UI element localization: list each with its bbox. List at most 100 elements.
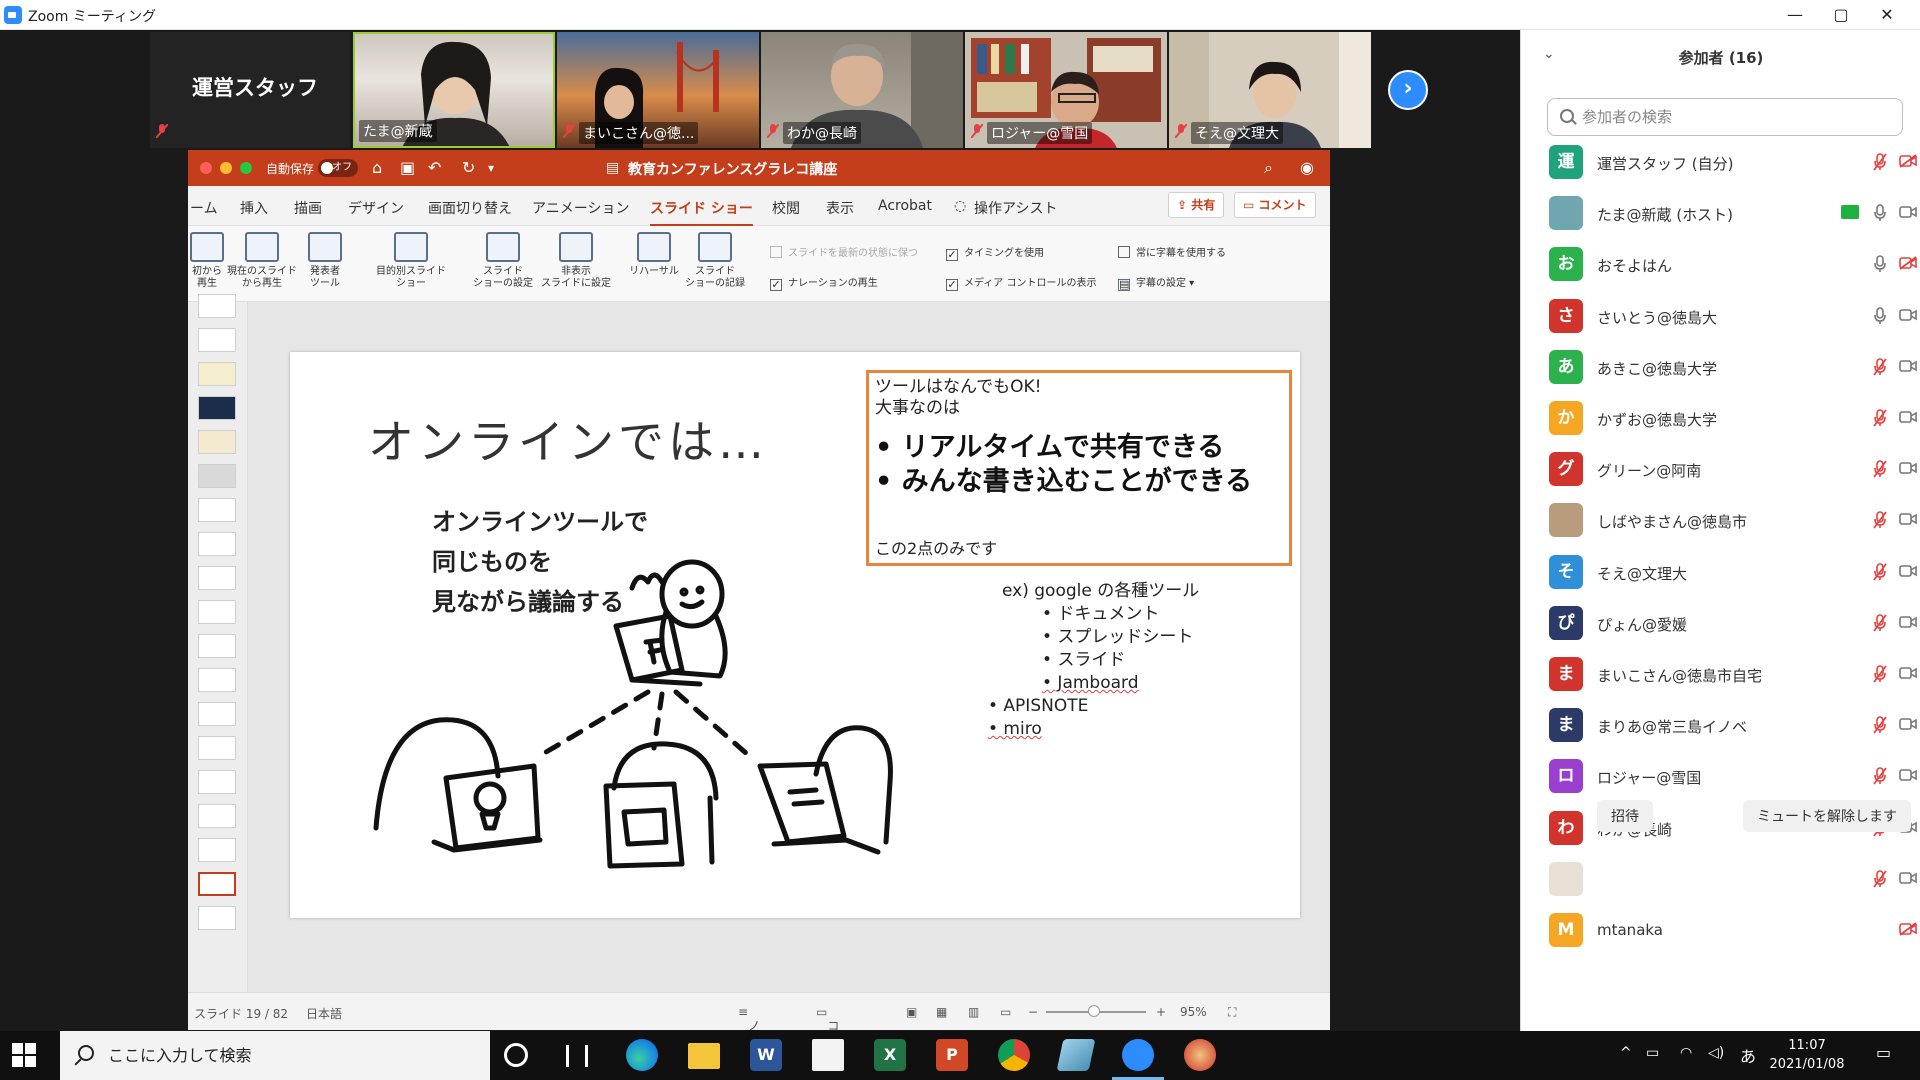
participant-row[interactable]: ささいとう@徳島大 [1547,296,1917,338]
slide-thumbnail[interactable] [198,396,236,420]
video-icon[interactable] [1899,564,1917,578]
slide-thumbnail[interactable] [198,532,236,556]
custom-show-button[interactable]: 目的別スライド ショー [368,232,454,290]
mic-muted-icon[interactable] [1873,665,1887,683]
participant-row[interactable]: おおそよはん [1547,244,1917,286]
zoom-slider-thumb[interactable] [1088,1005,1100,1017]
zoom-out-icon[interactable]: − [1028,1005,1038,1019]
gallery-next-icon[interactable]: › [1388,70,1428,110]
account-icon[interactable]: ◉ [1300,158,1314,177]
redo-icon[interactable]: ↻ [462,158,475,177]
maximize-button[interactable]: ▢ [1818,0,1864,30]
save-icon[interactable]: ▣ [400,158,415,177]
participant-row[interactable]: かかずお@徳島大学 [1547,398,1917,440]
video-tile-tama[interactable]: たま@新蔵 [353,32,555,148]
video-tile-waka[interactable]: わか@長崎 [761,32,963,148]
video-icon[interactable] [1899,359,1917,373]
task-view-icon[interactable] [566,1045,588,1067]
current-slide[interactable]: オンラインでは… オンラインツールで 同じものを 見ながら議論する ツールはなん… [290,352,1300,918]
volume-icon[interactable]: ◁) [1708,1045,1724,1061]
battery-icon[interactable]: ▭ [1646,1045,1659,1061]
participant-row[interactable]: ままりあ@常三島イノベ [1547,705,1917,747]
mic-muted-icon[interactable] [1873,357,1887,376]
video-tile-roger[interactable]: ロジャー@雪国 [965,32,1167,148]
mic-muted-icon[interactable] [1873,613,1887,632]
tab-tell-me[interactable]: 操作アシスト [974,198,1057,218]
mic-icon[interactable] [1873,255,1887,273]
media-controls-checkbox[interactable]: ✓ メディア コントロールの表示 [946,274,1096,291]
powerpoint-icon[interactable]: P [936,1039,968,1071]
video-icon[interactable] [1899,768,1917,782]
record-show-button[interactable]: スライド ショーの記録 [680,232,750,290]
tab-slideshow[interactable]: スライド ショー [650,198,753,227]
participant-row[interactable]: たま@新蔵 (ホスト) [1547,193,1917,235]
file-explorer-icon[interactable] [688,1043,720,1069]
video-tile-maiko[interactable]: まいこさん@徳... [557,32,759,148]
setup-show-button[interactable]: スライド ショーの設定 [468,232,538,290]
taskbar-search[interactable] [60,1031,490,1080]
word-icon[interactable]: W [750,1039,782,1071]
zoom-taskbar-icon[interactable] [1112,1039,1164,1080]
undo-icon[interactable]: ↶ [428,158,441,177]
video-icon[interactable] [1899,461,1917,475]
mac-zoom-icon[interactable] [240,162,252,174]
mic-muted-icon[interactable] [1873,562,1887,581]
keep-updated-checkbox[interactable]: スライドを最新の状態に保つ [770,244,918,259]
participant-row[interactable]: しばやまさん@徳島市 [1547,500,1917,542]
normal-view-icon[interactable]: ▣ [906,1005,917,1019]
video-icon[interactable] [1899,205,1917,219]
autosave-toggle[interactable]: オフ [318,159,358,177]
tab-draw[interactable]: 描画 [294,198,322,218]
invite-button[interactable]: 招待 [1597,800,1653,832]
always-subtitles-checkbox[interactable]: 常に字幕を使用する [1118,244,1226,259]
taskbar-search-input[interactable] [108,1044,468,1066]
participant-search[interactable] [1547,98,1903,136]
slide-thumbnail[interactable] [198,668,236,692]
chrome-icon[interactable] [998,1039,1030,1071]
excel-icon[interactable]: X [874,1039,906,1071]
ppt-comment-button[interactable]: ▭ コメント [1234,192,1316,218]
slide-thumbnail[interactable] [198,498,236,522]
mic-muted-icon[interactable] [1873,460,1887,478]
minimize-button[interactable]: — [1772,0,1818,30]
chevron-up-icon[interactable]: ^ [1620,1045,1632,1061]
from-current-button[interactable]: 現在のスライド から再生 [224,232,300,290]
tab-animations[interactable]: アニメーション [532,198,629,218]
mic-muted-icon[interactable] [1873,767,1887,785]
mac-minimize-icon[interactable] [220,162,232,174]
video-icon[interactable] [1899,308,1917,322]
unmute-button[interactable]: ミュートを解除します [1743,800,1911,832]
use-timings-checkbox[interactable]: ✓ タイミングを使用 [946,244,1044,261]
tab-home[interactable]: ーム [190,198,218,218]
participant-row[interactable]: ああきこ@徳島大学 [1547,347,1917,389]
fit-window-icon[interactable]: ⛶ [1228,1005,1236,1020]
notes-button[interactable]: ≡ ノート [738,1005,760,1030]
video-icon[interactable] [1899,615,1917,629]
wifi-icon[interactable]: ◠ [1680,1045,1692,1061]
sorter-view-icon[interactable]: ▦ [936,1005,947,1019]
slide-thumbnail[interactable] [198,430,236,454]
mic-muted-icon[interactable] [1873,153,1887,171]
tab-tell-me-icon[interactable]: ◌ [954,198,966,214]
slide-thumbnail-current[interactable] [198,872,236,896]
video-off-icon[interactable] [1899,154,1917,168]
slide-thumbnail[interactable] [198,600,236,624]
notification-icon[interactable]: ▭ [1876,1043,1891,1062]
taskbar-clock[interactable]: 11:07 2021/01/08 [1762,1036,1852,1074]
slide-thumbnail[interactable] [198,634,236,658]
ime-indicator[interactable]: あ [1740,1043,1756,1067]
mic-icon[interactable] [1873,204,1887,222]
video-tile-soe[interactable]: そえ@文理大 [1169,32,1371,148]
subtitle-settings-button[interactable]: ▤ 字幕の設定 ▾ [1118,274,1194,291]
slide-thumbnail[interactable] [198,804,236,828]
mic-muted-icon[interactable] [1873,409,1887,427]
participant-row[interactable]: 運運営スタッフ (自分) [1547,142,1917,184]
zoom-in-icon[interactable]: + [1156,1005,1166,1019]
play-narrations-checkbox[interactable]: ✓ ナレーションの再生 [770,274,878,291]
zoom-level[interactable]: 95% [1180,1005,1207,1019]
rehearse-button[interactable]: リハーサル [624,232,684,278]
participant-row[interactable] [1547,859,1917,901]
slide-thumbnail[interactable] [198,838,236,862]
slide-thumbnail[interactable] [198,566,236,590]
hide-slide-button[interactable]: 非表示 スライドに設定 [536,232,616,290]
